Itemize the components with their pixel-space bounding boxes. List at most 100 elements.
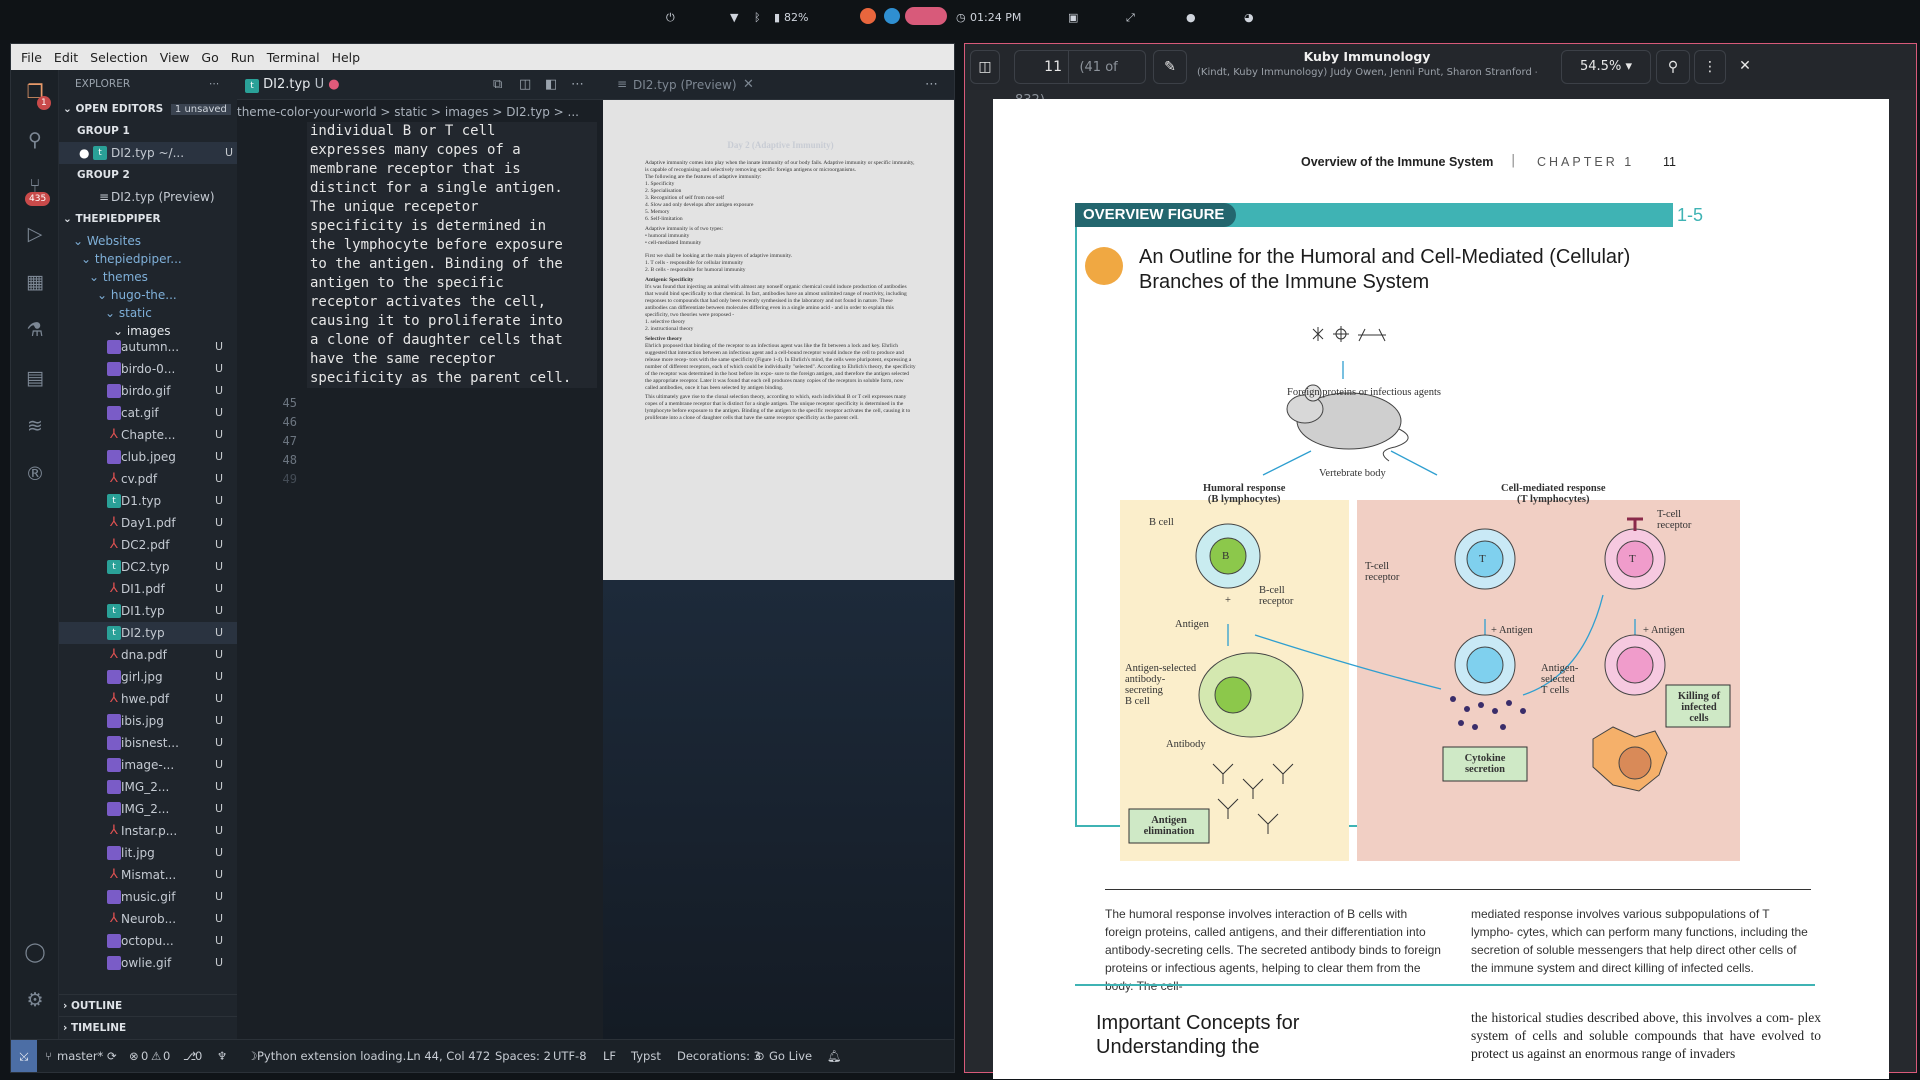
open-editor-preview[interactable]: ≡ DI2.typ (Preview) bbox=[59, 186, 237, 208]
explorer-more-icon[interactable]: ⋯ bbox=[209, 70, 220, 98]
file-item[interactable]: ⅄ hwe.pdf U bbox=[59, 688, 237, 710]
menu-selection[interactable]: Selection bbox=[84, 50, 154, 65]
open-preview-icon[interactable]: ◫ bbox=[519, 77, 531, 92]
file-item[interactable]: ⅄ Day1.pdf U bbox=[59, 512, 237, 534]
preview-tab-label[interactable]: DI2.typ (Preview) bbox=[633, 78, 737, 92]
file-item[interactable]: club.jpeg U bbox=[59, 446, 237, 468]
r-language-icon[interactable]: ® bbox=[23, 462, 47, 486]
open-editor-di2[interactable]: ● t DI2.typ ~/... U bbox=[59, 142, 237, 164]
active-app-pill[interactable] bbox=[905, 7, 947, 25]
file-item[interactable]: girl.jpg U bbox=[59, 666, 237, 688]
error-icon[interactable]: ⊗ bbox=[129, 1049, 139, 1063]
menu-edit[interactable]: Edit bbox=[48, 50, 84, 65]
notebook-icon[interactable]: ▤ bbox=[23, 366, 47, 390]
file-item[interactable]: ⅄ Chapte... U bbox=[59, 424, 237, 446]
file-item[interactable]: ⅄ Instar.p... U bbox=[59, 820, 237, 842]
wifi-icon[interactable]: ▼ bbox=[730, 11, 738, 24]
file-item[interactable]: ibis.jpg U bbox=[59, 710, 237, 732]
notifications-icon[interactable]: 🔔︎ bbox=[827, 1049, 842, 1063]
workspace-1-icon[interactable]: ▣ bbox=[1068, 11, 1078, 24]
file-git-status: U bbox=[215, 890, 224, 903]
git-branch[interactable]: master* bbox=[57, 1049, 103, 1063]
python-status[interactable]: Python extension loading... bbox=[257, 1049, 414, 1063]
file-item[interactable]: ⅄ DI1.pdf U bbox=[59, 578, 237, 600]
file-item[interactable]: IMG_2... U bbox=[59, 776, 237, 798]
power-icon[interactable]: ⏻ bbox=[666, 11, 675, 25]
menu-help[interactable]: Help bbox=[326, 50, 367, 65]
file-item[interactable]: cat.gif U bbox=[59, 402, 237, 424]
file-item[interactable]: birdo.gif U bbox=[59, 380, 237, 402]
settings-gear-icon[interactable]: ⚙ bbox=[23, 988, 47, 1012]
menu-file[interactable]: File bbox=[15, 50, 48, 65]
vscode-app-icon[interactable] bbox=[884, 8, 900, 24]
cursor-position[interactable]: Ln 44, Col 472 bbox=[407, 1049, 490, 1063]
menu-go[interactable]: Go bbox=[195, 50, 224, 65]
editor-more-icon[interactable]: ⋯ bbox=[571, 77, 584, 92]
search-icon[interactable]: ⚲ bbox=[23, 128, 47, 152]
eol[interactable]: LF bbox=[603, 1049, 616, 1063]
file-item[interactable]: music.gif U bbox=[59, 886, 237, 908]
file-item[interactable]: ⅄ Mismat... U bbox=[59, 864, 237, 886]
code-wrapped-lines[interactable]: individual B or T cell expresses many co… bbox=[307, 122, 597, 388]
firefox-icon[interactable] bbox=[860, 8, 876, 24]
close-icon[interactable]: ✕ bbox=[1730, 50, 1760, 84]
file-item[interactable]: image-... U bbox=[59, 754, 237, 776]
page-input[interactable]: 11 bbox=[1015, 51, 1069, 83]
tab-di2[interactable]: t DI2.typ U ● bbox=[245, 77, 340, 93]
file-item[interactable]: t D1.typ U bbox=[59, 490, 237, 512]
remote-icon[interactable]: ⤩ bbox=[11, 1040, 37, 1072]
file-item[interactable]: lit.jpg U bbox=[59, 842, 237, 864]
workspace-3-icon[interactable]: ● bbox=[1186, 11, 1196, 24]
sidebar-toggle-icon[interactable]: ◫ bbox=[970, 50, 1000, 84]
typst-preview-icon[interactable]: ⧉ bbox=[493, 77, 502, 92]
outline-header[interactable]: › OUTLINE bbox=[59, 994, 237, 1016]
run-debug-icon[interactable]: ▷ bbox=[23, 222, 47, 246]
file-item[interactable]: ibisnest... U bbox=[59, 732, 237, 754]
file-item[interactable]: birdo-0... U bbox=[59, 358, 237, 380]
close-icon[interactable]: ✕ bbox=[743, 77, 754, 92]
project-header[interactable]: ⌄ THEPIEDPIPER bbox=[59, 208, 237, 230]
account-icon[interactable]: ◯ bbox=[23, 940, 47, 964]
git-branch-icon[interactable]: ⑂ bbox=[45, 1049, 52, 1063]
search-icon[interactable]: ⚲ bbox=[1656, 50, 1690, 84]
bluetooth-icon[interactable]: ᛒ bbox=[754, 11, 761, 24]
sync-icon[interactable]: ⟳ bbox=[107, 1049, 117, 1063]
file-item[interactable]: ⅄ dna.pdf U bbox=[59, 644, 237, 666]
file-item[interactable]: autumn... U bbox=[59, 336, 237, 358]
go-live[interactable]: Go Live bbox=[769, 1049, 812, 1063]
decorations[interactable]: Decorations: 3 bbox=[677, 1049, 761, 1063]
zoom-select[interactable]: 54.5% ▾ bbox=[1561, 50, 1651, 84]
file-item[interactable]: ⅄ Neurob... U bbox=[59, 908, 237, 930]
annotate-pencil-icon[interactable]: ✎ bbox=[1153, 50, 1187, 84]
file-item[interactable]: ⅄ DC2.pdf U bbox=[59, 534, 237, 556]
workspace-4-icon[interactable]: ◕ bbox=[1244, 11, 1254, 24]
file-item[interactable]: octopu... U bbox=[59, 930, 237, 952]
extensions-icon[interactable]: ▦ bbox=[23, 270, 47, 294]
layers-icon[interactable]: ≋ bbox=[23, 414, 47, 438]
testing-icon[interactable]: ⚗ bbox=[23, 318, 47, 342]
preview-page[interactable]: Day 2 (Adaptive Immunity) Adaptive immun… bbox=[603, 100, 954, 580]
go-live-icon[interactable]: ⊙ bbox=[755, 1049, 765, 1063]
indentation[interactable]: Spaces: 2 bbox=[495, 1049, 551, 1063]
language-mode[interactable]: Typst bbox=[631, 1049, 661, 1063]
menu-run[interactable]: Run bbox=[225, 50, 261, 65]
preview-more-icon[interactable]: ⋯ bbox=[925, 77, 938, 92]
open-editors-header[interactable]: ⌄ OPEN EDITORS 1 unsaved bbox=[59, 98, 237, 120]
pdf-page[interactable]: Overview of the Immune System | CHAPTER … bbox=[993, 99, 1889, 1079]
warning-icon[interactable]: ⚠ bbox=[151, 1049, 161, 1063]
file-item[interactable]: ⅄ cv.pdf U bbox=[59, 468, 237, 490]
timeline-header[interactable]: › TIMELINE bbox=[59, 1016, 237, 1038]
file-item[interactable]: IMG_2... U bbox=[59, 798, 237, 820]
file-item[interactable]: t DI1.typ U bbox=[59, 600, 237, 622]
breadcrumb[interactable]: theme-color-your-world > static > images… bbox=[237, 101, 603, 123]
workspace-2-icon[interactable]: ⤢ bbox=[1126, 11, 1135, 25]
split-editor-icon[interactable]: ◧ bbox=[545, 77, 557, 92]
file-item[interactable]: owlie.gif U bbox=[59, 952, 237, 974]
copilot-icon[interactable]: ♆ bbox=[217, 1049, 227, 1063]
menu-more-icon[interactable]: ⋮ bbox=[1694, 50, 1726, 84]
file-item[interactable]: t DI2.typ U bbox=[59, 622, 237, 644]
encoding[interactable]: UTF-8 bbox=[553, 1049, 587, 1063]
menu-terminal[interactable]: Terminal bbox=[261, 50, 326, 65]
menu-view[interactable]: View bbox=[154, 50, 196, 65]
file-item[interactable]: t DC2.typ U bbox=[59, 556, 237, 578]
